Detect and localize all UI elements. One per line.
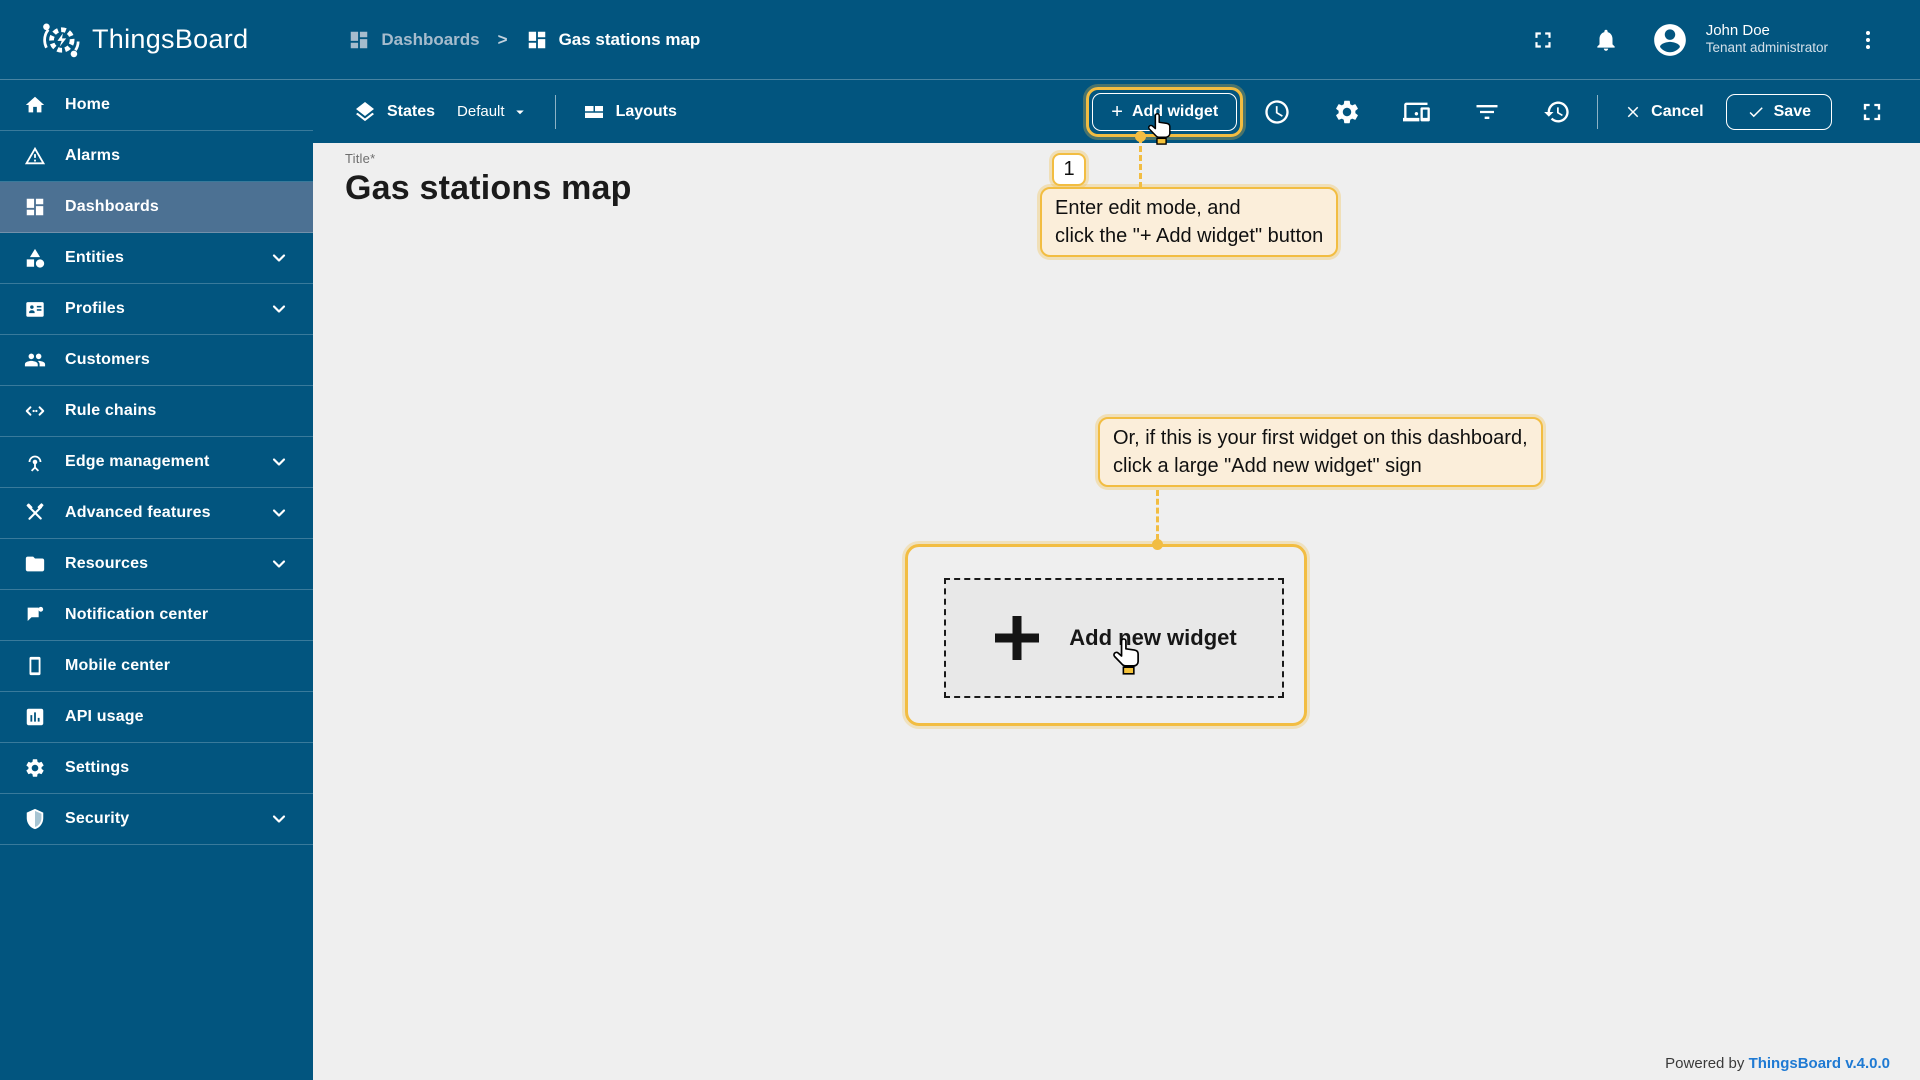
entity-aliases-icon[interactable] — [1403, 98, 1431, 126]
toolbar-right: + Add widget Cancel Save — [1086, 86, 1886, 137]
dashboards-icon — [348, 29, 370, 51]
security-icon — [24, 808, 46, 830]
settings-icon — [24, 757, 46, 779]
thingsboard-logo[interactable]: ThingsBoard — [38, 18, 248, 62]
save-button[interactable]: Save — [1725, 93, 1832, 130]
thingsboard-logo-icon — [38, 18, 82, 62]
customers-icon — [24, 349, 46, 371]
add-widget-button[interactable]: + Add widget — [1092, 92, 1238, 131]
sidebar-item-profiles[interactable]: Profiles — [0, 284, 313, 335]
fullscreen-icon[interactable] — [1530, 27, 1556, 53]
add-new-widget-highlight-ring: Add new widget — [905, 544, 1307, 726]
sidebar-item-rule-chains[interactable]: Rule chains — [0, 386, 313, 437]
sidebar-item-edge-management[interactable]: Edge management — [0, 437, 313, 488]
title-field-label: Title* — [345, 151, 376, 166]
version-link[interactable]: ThingsBoard v.4.0.0 — [1749, 1055, 1890, 1072]
sidebar-item-settings[interactable]: Settings — [0, 743, 313, 794]
chevron-down-icon — [269, 452, 289, 472]
layers-icon — [353, 100, 377, 124]
sidebar-item-alarms[interactable]: Alarms — [0, 131, 313, 182]
app-name: ThingsBoard — [92, 24, 249, 54]
thingsboard-app: ThingsBoard Dashboards > Gas stations ma… — [0, 0, 1920, 1080]
sidebar-item-advanced-features[interactable]: Advanced features — [0, 488, 313, 539]
home-icon — [24, 94, 46, 116]
states-control: States Default — [353, 100, 529, 124]
user-name: John Doe — [1705, 21, 1770, 39]
sidebar-item-api-usage[interactable]: API usage — [0, 692, 313, 743]
breadcrumb: Dashboards > Gas stations map — [348, 29, 700, 51]
layouts-icon — [582, 100, 606, 124]
sidebar-item-home[interactable]: Home — [0, 80, 313, 131]
breadcrumb-separator: > — [497, 29, 508, 49]
chevron-down-icon — [269, 554, 289, 574]
entities-icon — [24, 247, 46, 269]
powered-by-text: Powered by — [1665, 1055, 1745, 1072]
avatar[interactable] — [1651, 21, 1689, 59]
header-right: John Doe Tenant administrator — [1530, 21, 1880, 59]
plus-icon — [991, 612, 1043, 664]
page-title[interactable]: Gas stations map — [345, 169, 1920, 208]
dashboard-settings-gear-icon[interactable] — [1333, 98, 1361, 126]
layouts-button[interactable]: Layouts — [582, 100, 677, 124]
add-new-widget-sign[interactable]: Add new widget — [944, 578, 1284, 698]
cancel-button[interactable]: Cancel — [1624, 103, 1704, 121]
notifications-bell-icon[interactable] — [1593, 27, 1619, 53]
more-vert-icon[interactable] — [1856, 28, 1880, 52]
sidebar-item-mobile-center[interactable]: Mobile center — [0, 641, 313, 692]
sidebar-item-entities[interactable]: Entities — [0, 233, 313, 284]
version-history-icon[interactable] — [1543, 98, 1571, 126]
top-header: ThingsBoard Dashboards > Gas stations ma… — [0, 0, 1920, 80]
sidebar-item-security[interactable]: Security — [0, 794, 313, 845]
chevron-down-icon — [269, 299, 289, 319]
states-label: States — [387, 102, 436, 120]
close-icon — [1624, 103, 1642, 121]
profiles-icon — [24, 298, 46, 320]
breadcrumb-dashboards[interactable]: Dashboards — [348, 29, 480, 51]
dashboards-icon — [526, 29, 548, 51]
toolbar-fullscreen-icon[interactable] — [1858, 98, 1886, 126]
caret-down-icon — [511, 103, 529, 121]
breadcrumb-current-dashboard[interactable]: Gas stations map — [526, 29, 700, 51]
rule-chains-icon — [24, 400, 46, 422]
add-widget-highlight-ring: + Add widget — [1086, 86, 1244, 137]
sidebar-item-notification-center[interactable]: Notification center — [0, 590, 313, 641]
user-role: Tenant administrator — [1705, 40, 1828, 56]
footer: Powered by ThingsBoard v.4.0.0 — [1665, 1055, 1890, 1072]
check-icon — [1747, 103, 1765, 121]
user-info[interactable]: John Doe Tenant administrator — [1706, 22, 1828, 58]
toolbar-divider — [1597, 94, 1599, 129]
resources-icon — [24, 553, 46, 575]
chevron-down-icon — [269, 809, 289, 829]
chevron-down-icon — [269, 248, 289, 268]
dashboard-toolbar: States Default Layouts + Add widget Canc… — [313, 80, 1920, 143]
layouts-label: Layouts — [615, 102, 677, 120]
time-window-icon[interactable] — [1263, 98, 1291, 126]
state-select[interactable]: Default — [457, 103, 529, 121]
sidebar-item-dashboards[interactable]: Dashboards — [0, 182, 313, 233]
advanced-features-icon — [24, 502, 46, 524]
edge-management-icon — [24, 451, 46, 473]
api-usage-icon — [24, 706, 46, 728]
title-block: Title* Gas stations map — [313, 143, 1920, 208]
sidebar-nav: Home Alarms Dashboards Entities Profiles… — [0, 80, 313, 1080]
toolbar-divider — [554, 94, 556, 129]
add-new-widget-label: Add new widget — [1069, 625, 1237, 650]
chevron-down-icon — [269, 503, 289, 523]
alarms-icon — [24, 145, 46, 167]
plus-icon: + — [1111, 100, 1123, 123]
sidebar-item-resources[interactable]: Resources — [0, 539, 313, 590]
filters-icon[interactable] — [1473, 98, 1501, 126]
notification-center-icon — [24, 604, 46, 626]
dashboards-icon — [24, 196, 46, 218]
sidebar-item-customers[interactable]: Customers — [0, 335, 313, 386]
mobile-center-icon — [24, 655, 46, 677]
